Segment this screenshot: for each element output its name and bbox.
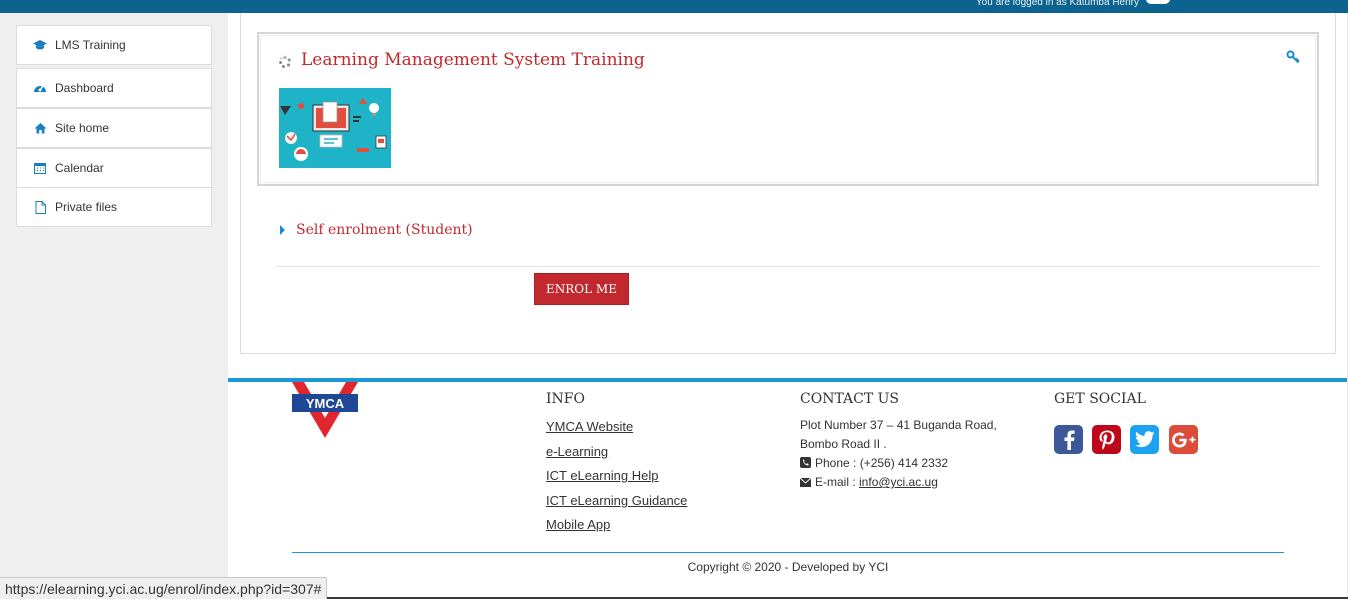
footer-link-ict-elearning-guidance[interactable]: ICT eLearning Guidance [546, 493, 687, 508]
file-icon [33, 200, 47, 214]
course-image [279, 88, 391, 168]
status-url: https://elearning.yci.ac.ug/enrol/index.… [5, 580, 322, 597]
footer-link-e-learning[interactable]: e-Learning [546, 444, 608, 459]
sidebar-item-label: Site home [55, 121, 110, 135]
logged-in-text: You are logged in as Katumba Henry [975, 0, 1139, 8]
footer-info-heading: INFO [546, 391, 585, 407]
contact-phone-text: Phone : (+256) 414 2332 [815, 456, 949, 470]
footer-contact-heading: CONTACT US [800, 391, 900, 407]
contact-email: E-mail : info@yci.ac.ug [799, 475, 938, 489]
logo-text: YMCA [306, 396, 345, 411]
sidebar-item-label: Dashboard [55, 81, 114, 95]
caret-right-icon[interactable] [280, 225, 285, 235]
facebook-icon[interactable] [1054, 425, 1083, 454]
key-icon[interactable] [1286, 50, 1300, 64]
browser-status-bar: https://elearning.yci.ac.ug/enrol/index.… [0, 577, 328, 599]
course-title[interactable]: Learning Management System Training [301, 50, 645, 70]
sidebar-item-private-files[interactable]: Private files [16, 187, 212, 227]
sidebar-item-dashboard[interactable]: Dashboard [16, 68, 212, 108]
footer-link-ymca-website[interactable]: YMCA Website [546, 419, 633, 434]
graduation-cap-icon [33, 38, 47, 52]
footer-link-mobile-app[interactable]: Mobile App [546, 517, 610, 532]
sidebar-item-label: Calendar [55, 161, 104, 175]
envelope-icon [799, 476, 812, 487]
divider [276, 266, 1319, 267]
contact-email-label: E-mail : [815, 475, 860, 489]
twitter-icon[interactable] [1130, 425, 1159, 454]
home-icon [33, 121, 47, 135]
self-enrolment-heading[interactable]: Self enrolment (Student) [296, 222, 473, 238]
footer-top-border [228, 378, 1348, 382]
footer-social-heading: GET SOCIAL [1054, 391, 1146, 407]
pinterest-icon[interactable] [1092, 425, 1121, 454]
footer-divider [292, 552, 1284, 553]
sidebar-item-label: LMS Training [55, 38, 126, 52]
sidebar-item-label: Private files [55, 200, 118, 214]
contact-address-line-1: Plot Number 37 – 41 Buganda Road, [800, 418, 997, 432]
copyright-text: Copyright © 2020 - Developed by YCI [687, 560, 889, 574]
sidebar-item-lms-training[interactable]: LMS Training [16, 25, 212, 65]
google-plus-icon[interactable] [1169, 425, 1198, 454]
phone-icon [800, 457, 811, 468]
contact-address-line-2: Bombo Road II . [800, 437, 887, 451]
ymca-logo[interactable]: YMCA [292, 382, 358, 438]
user-menu-toggle[interactable] [1146, 0, 1170, 4]
footer-link-ict-elearning-help[interactable]: ICT eLearning Help [546, 468, 659, 483]
course-spinner-icon [279, 55, 291, 68]
sidebar-item-site-home[interactable]: Site home [16, 108, 212, 148]
sidebar-item-calendar[interactable]: Calendar [16, 148, 212, 188]
contact-phone: Phone : (+256) 414 2332 [800, 456, 948, 470]
enrol-me-button[interactable]: ENROL ME [534, 273, 629, 305]
calendar-icon [33, 161, 47, 175]
top-navbar: You are logged in as Katumba Henry [0, 0, 1348, 13]
dashboard-icon [33, 81, 47, 95]
contact-email-link[interactable]: info@yci.ac.ug [859, 475, 938, 489]
